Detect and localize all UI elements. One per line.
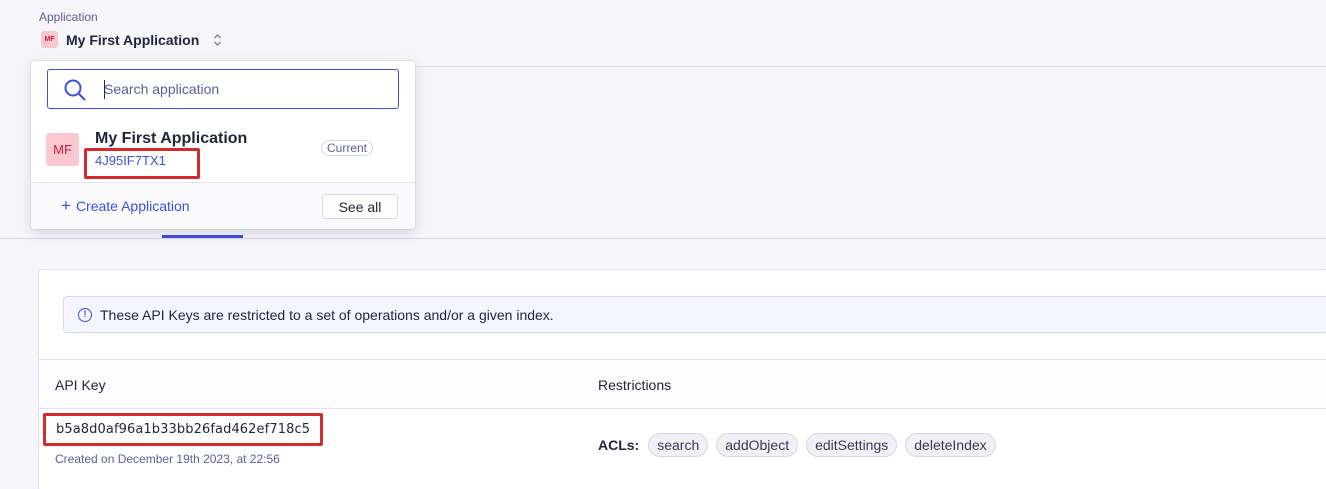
acl-label: ACLs: (598, 437, 640, 453)
app-name: My First Application (95, 130, 248, 147)
search-icon (64, 79, 86, 101)
table-header: API Key Restrictions (39, 359, 1326, 409)
plus-icon: + (61, 196, 71, 215)
acl-list: ACLs: search addObject editSettings dele… (598, 433, 996, 457)
api-key-value[interactable]: b5a8d0af96a1b33bb26fad462ef718c5 (56, 422, 310, 437)
column-header-api-key: API Key (55, 377, 106, 393)
tabs-divider (0, 238, 1326, 239)
restriction-notice: ! These API Keys are restricted to a set… (63, 296, 1326, 333)
column-header-restrictions: Restrictions (598, 377, 672, 393)
create-application-link[interactable]: + Create Application (61, 196, 190, 215)
application-selector[interactable]: MF My First Application (41, 31, 222, 48)
acl-chip-editsettings: editSettings (806, 433, 898, 457)
api-key-highlight: b5a8d0af96a1b33bb26fad462ef718c5 (43, 413, 323, 446)
header-divider (415, 66, 1326, 67)
app-avatar: MF (46, 133, 79, 166)
search-box[interactable] (47, 69, 399, 109)
search-input[interactable] (104, 78, 384, 100)
acl-chip-search: search (648, 433, 709, 457)
application-dropdown: MF My First Application 4J95IF7TX1 Curre… (31, 61, 415, 229)
api-keys-card: ! These API Keys are restricted to a set… (38, 269, 1326, 489)
current-badge: Current (321, 140, 374, 156)
info-icon: ! (78, 307, 92, 322)
notice-text: These API Keys are restricted to a set o… (100, 306, 554, 323)
create-application-label: Create Application (75, 198, 190, 214)
dropdown-footer: + Create Application See all (31, 182, 415, 229)
see-all-button[interactable]: See all (322, 194, 398, 219)
acl-chip-deleteindex: deleteIndex (905, 433, 996, 457)
acl-chip-addobject: addObject (716, 433, 799, 457)
table-row: b5a8d0af96a1b33bb26fad462ef718c5 Created… (39, 409, 1326, 489)
chevron-up-down-icon (213, 33, 222, 47)
app-avatar: MF (41, 31, 58, 48)
app-list-item[interactable]: MF My First Application 4J95IF7TX1 Curre… (31, 123, 415, 181)
api-key-created-date: Created on December 19th 2023, at 22:56 (55, 452, 280, 466)
app-id: 4J95IF7TX1 (95, 153, 166, 168)
application-label: Application (39, 10, 98, 24)
selected-app-name: My First Application (66, 31, 200, 48)
